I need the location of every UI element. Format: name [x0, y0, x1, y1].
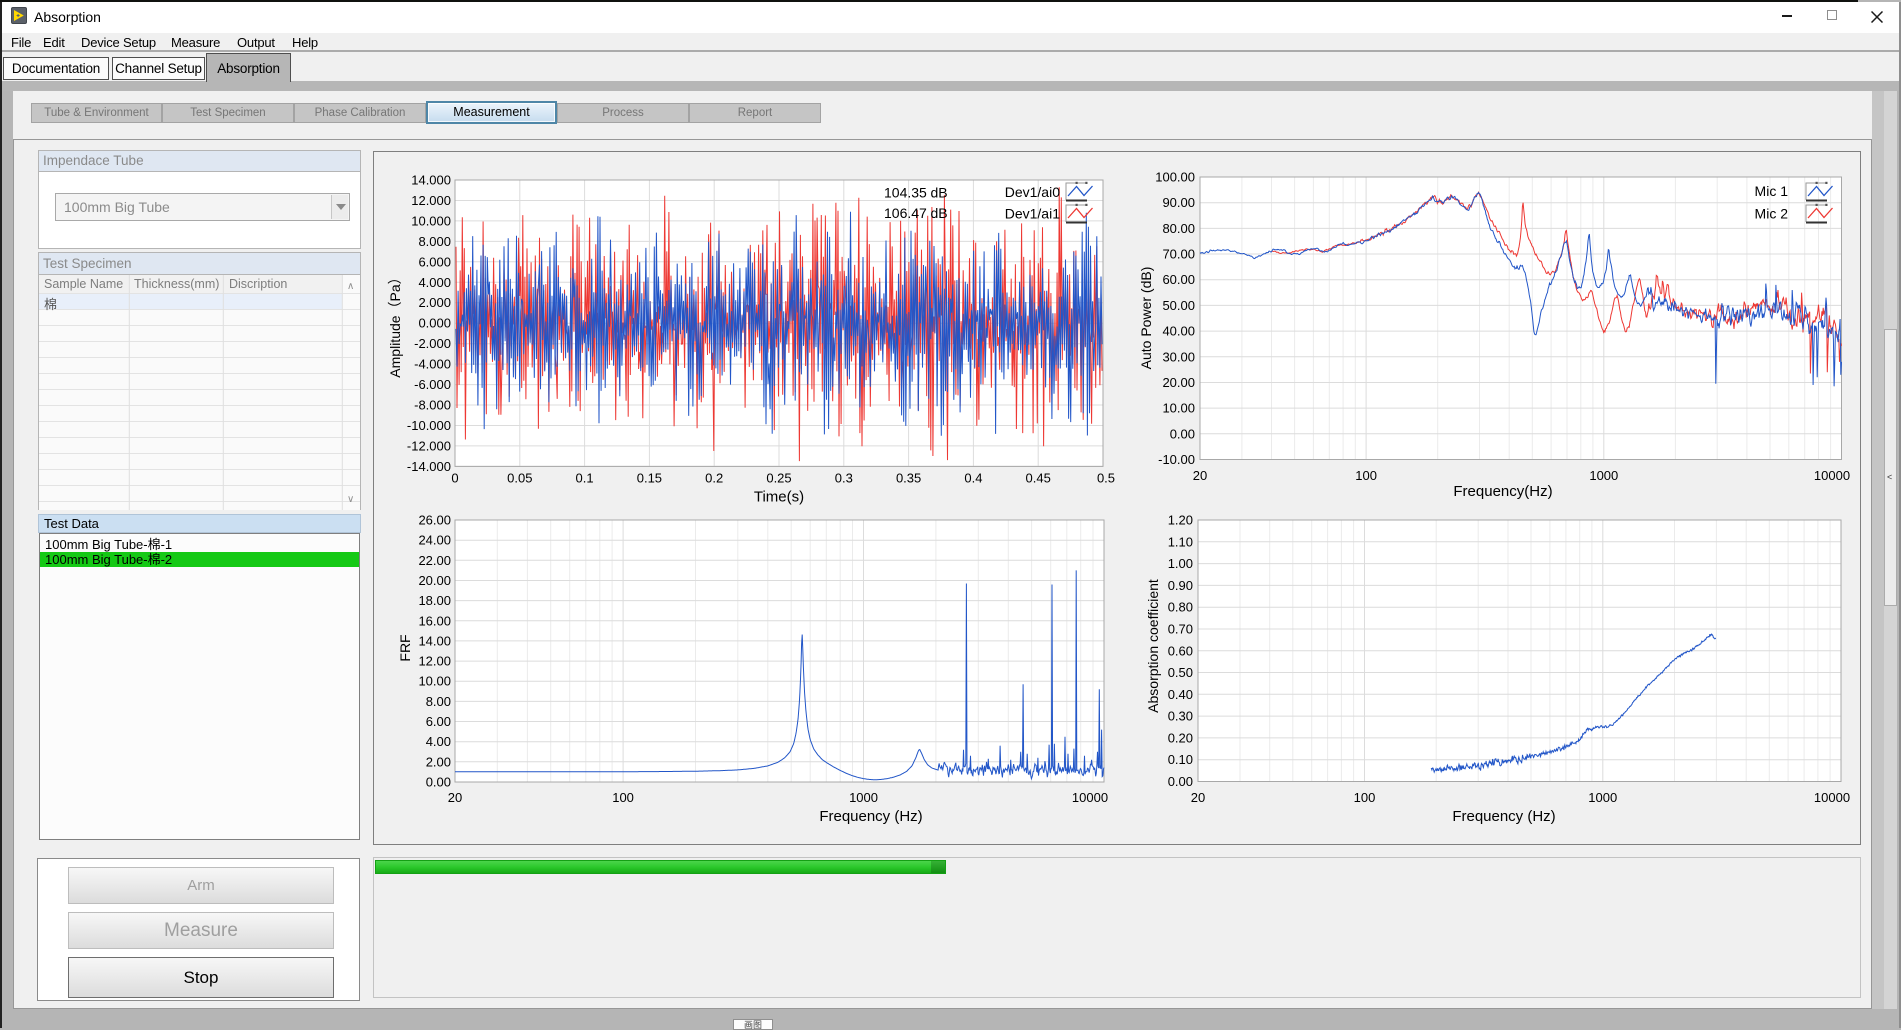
svg-text:-10.000: -10.000: [407, 418, 451, 433]
svg-text:12.000: 12.000: [411, 193, 451, 208]
svg-text:0.00: 0.00: [1170, 426, 1195, 441]
svg-text:40.00: 40.00: [1162, 324, 1195, 339]
svg-text:0.90: 0.90: [1168, 578, 1193, 593]
svg-text:10000: 10000: [1814, 468, 1850, 483]
svg-text:10.00: 10.00: [418, 674, 451, 689]
svg-text:0.40: 0.40: [1168, 687, 1193, 702]
svg-text:24.00: 24.00: [418, 533, 451, 548]
svg-text:100.00: 100.00: [1155, 170, 1195, 185]
svg-text:Amplitude（Pa）: Amplitude（Pa）: [387, 270, 403, 377]
svg-text:100: 100: [612, 790, 634, 805]
svg-text:Mic 1: Mic 1: [1755, 183, 1789, 199]
svg-text:0.00: 0.00: [1168, 774, 1193, 789]
svg-text:0.20: 0.20: [1168, 730, 1193, 745]
svg-text:Frequency (Hz): Frequency (Hz): [819, 808, 922, 825]
svg-text:Frequency(Hz): Frequency(Hz): [1453, 483, 1552, 500]
svg-text:0.50: 0.50: [1168, 665, 1193, 680]
svg-text:0.00: 0.00: [426, 775, 451, 790]
svg-text:106.47: 106.47: [884, 205, 927, 221]
svg-text:10.00: 10.00: [1162, 401, 1195, 416]
svg-text:1.20: 1.20: [1168, 513, 1193, 528]
svg-text:dB: dB: [931, 185, 948, 201]
svg-text:50.00: 50.00: [1162, 298, 1195, 313]
svg-text:FRF: FRF: [397, 634, 413, 661]
svg-text:0.30: 0.30: [1168, 709, 1193, 724]
svg-text:20: 20: [1193, 468, 1207, 483]
svg-text:-14.000: -14.000: [407, 459, 451, 474]
svg-text:0.05: 0.05: [507, 471, 532, 486]
svg-text:10.000: 10.000: [411, 213, 451, 228]
svg-text:0.15: 0.15: [637, 471, 662, 486]
svg-text:0.60: 0.60: [1168, 643, 1193, 658]
svg-text:0.25: 0.25: [766, 471, 791, 486]
svg-text:20: 20: [448, 790, 462, 805]
svg-text:6.00: 6.00: [426, 714, 451, 729]
svg-text:1000: 1000: [1589, 468, 1618, 483]
svg-text:0.4: 0.4: [964, 471, 982, 486]
svg-text:-10.00: -10.00: [1158, 452, 1195, 467]
svg-text:10000: 10000: [1814, 790, 1850, 805]
svg-text:10000: 10000: [1072, 790, 1108, 805]
svg-text:0.000: 0.000: [418, 316, 451, 331]
svg-text:12.00: 12.00: [418, 654, 451, 669]
svg-text:1.00: 1.00: [1168, 556, 1193, 571]
svg-text:100: 100: [1355, 468, 1377, 483]
svg-text:Mic 2: Mic 2: [1755, 206, 1789, 222]
svg-text:1.10: 1.10: [1168, 534, 1193, 549]
svg-text:-12.000: -12.000: [407, 438, 451, 453]
svg-text:6.000: 6.000: [418, 254, 451, 269]
svg-text:0.2: 0.2: [705, 471, 723, 486]
svg-text:26.00: 26.00: [418, 513, 451, 528]
svg-text:0.1: 0.1: [576, 471, 594, 486]
svg-text:-4.000: -4.000: [414, 357, 451, 372]
svg-text:16.00: 16.00: [418, 613, 451, 628]
svg-text:1000: 1000: [849, 790, 878, 805]
svg-text:dB: dB: [931, 205, 948, 221]
svg-text:Frequency (Hz): Frequency (Hz): [1452, 808, 1555, 825]
svg-text:80.00: 80.00: [1162, 221, 1195, 236]
svg-text:Absorption coefficient: Absorption coefficient: [1145, 579, 1161, 713]
svg-text:Auto Power (dB): Auto Power (dB): [1138, 267, 1154, 370]
svg-text:2.00: 2.00: [426, 754, 451, 769]
svg-text:30.00: 30.00: [1162, 349, 1195, 364]
svg-text:22.00: 22.00: [418, 553, 451, 568]
svg-text:0.70: 0.70: [1168, 621, 1193, 636]
svg-text:0: 0: [451, 471, 458, 486]
svg-text:20.00: 20.00: [1162, 375, 1195, 390]
svg-text:2.000: 2.000: [418, 295, 451, 310]
svg-text:1000: 1000: [1588, 790, 1617, 805]
svg-text:0.35: 0.35: [896, 471, 921, 486]
svg-text:0.3: 0.3: [835, 471, 853, 486]
svg-text:-6.000: -6.000: [414, 377, 451, 392]
svg-text:14.00: 14.00: [418, 633, 451, 648]
svg-text:4.000: 4.000: [418, 275, 451, 290]
svg-text:0.80: 0.80: [1168, 600, 1193, 615]
svg-text:100: 100: [1354, 790, 1376, 805]
svg-text:104.35: 104.35: [884, 185, 927, 201]
svg-text:60.00: 60.00: [1162, 272, 1195, 287]
svg-text:20: 20: [1191, 790, 1205, 805]
svg-text:8.00: 8.00: [426, 694, 451, 709]
svg-text:4.00: 4.00: [426, 734, 451, 749]
svg-text:Time(s): Time(s): [754, 489, 804, 506]
svg-text:-2.000: -2.000: [414, 336, 451, 351]
svg-text:0.45: 0.45: [1026, 471, 1051, 486]
svg-text:90.00: 90.00: [1162, 195, 1195, 210]
svg-text:Dev1/ai1: Dev1/ai1: [1005, 206, 1060, 222]
svg-text:18.00: 18.00: [418, 593, 451, 608]
svg-text:0.5: 0.5: [1097, 471, 1115, 486]
svg-text:70.00: 70.00: [1162, 247, 1195, 262]
svg-text:-8.000: -8.000: [414, 398, 451, 413]
svg-text:14.000: 14.000: [411, 173, 451, 188]
svg-text:0.10: 0.10: [1168, 752, 1193, 767]
svg-text:Dev1/ai0: Dev1/ai0: [1005, 184, 1060, 200]
svg-text:20.00: 20.00: [418, 573, 451, 588]
svg-text:8.000: 8.000: [418, 234, 451, 249]
